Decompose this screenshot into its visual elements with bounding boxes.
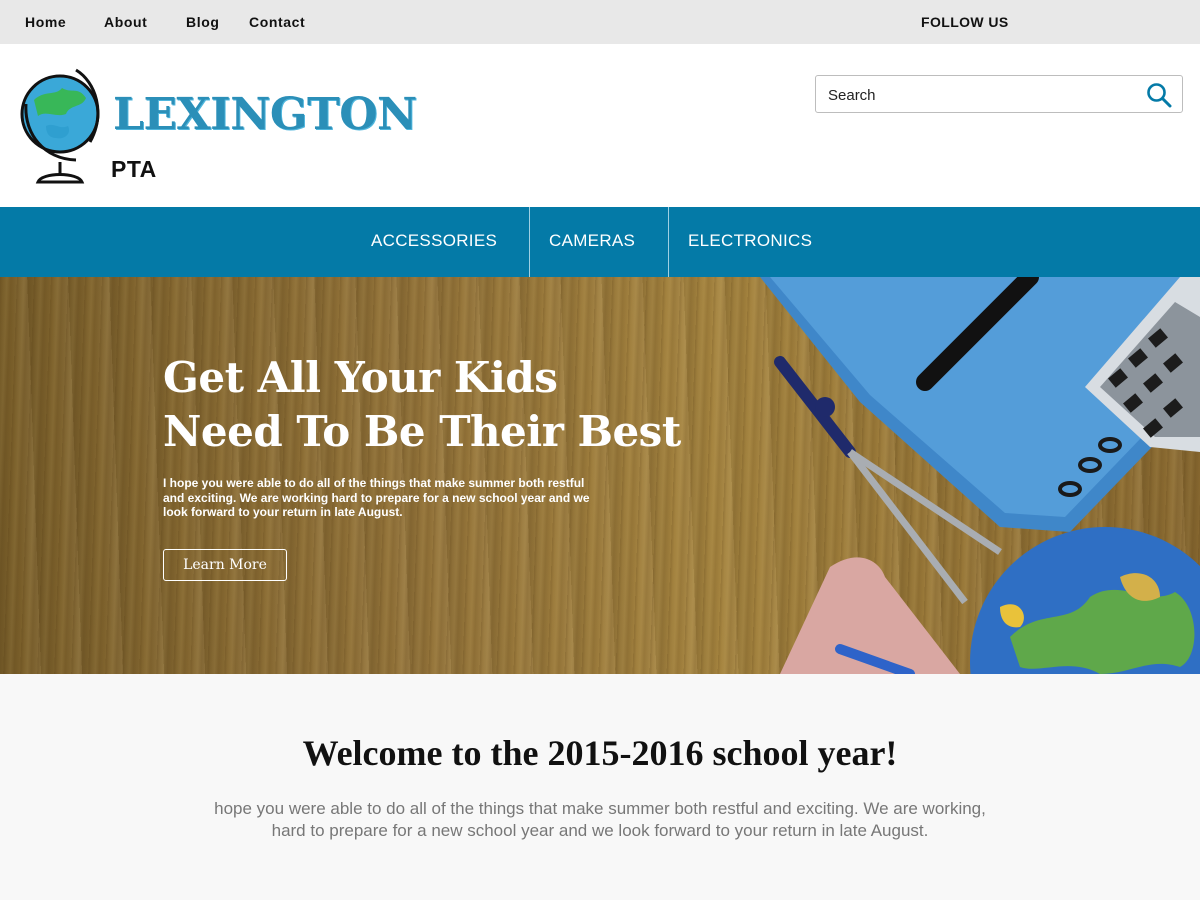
nav-item-cameras[interactable]: CAMERAS	[549, 207, 635, 277]
search-button[interactable]	[1146, 82, 1172, 108]
follow-us-label: FOLLOW US	[921, 14, 1009, 30]
hero-title-line2: Need To Be Their Best	[163, 407, 681, 456]
topbar-link-contact[interactable]: Contact	[249, 14, 305, 30]
main-nav: ACCESSORIES CAMERAS ELECTRONICS	[0, 207, 1200, 277]
top-bar: Home About Blog Contact FOLLOW US	[0, 0, 1200, 44]
site-header: LEXINGTON PTA	[0, 44, 1200, 207]
search-input[interactable]	[826, 83, 1130, 107]
welcome-text: hope you were able to do all of the thin…	[180, 798, 1020, 842]
search-box	[815, 75, 1183, 113]
learn-more-button[interactable]: Learn More	[163, 549, 287, 581]
topbar-link-about[interactable]: About	[104, 14, 147, 30]
nav-divider	[529, 207, 530, 277]
topbar-link-home[interactable]: Home	[25, 14, 66, 30]
globe-logo-icon	[20, 68, 100, 184]
nav-divider	[668, 207, 669, 277]
welcome-heading: Welcome to the 2015-2016 school year!	[302, 733, 898, 773]
logo-wordmark: LEXINGTON	[113, 89, 417, 140]
hero-description: I hope you were able to do all of the th…	[163, 476, 590, 519]
nav-item-electronics[interactable]: ELECTRONICS	[688, 207, 812, 277]
welcome-text-line1: hope you were able to do all of the thin…	[214, 799, 986, 818]
topbar-link-blog[interactable]: Blog	[186, 14, 220, 30]
hero-banner: Get All Your Kids Need To Be Their Best …	[0, 277, 1200, 674]
site-logo[interactable]: LEXINGTON PTA	[16, 64, 417, 186]
hero-title-line1: Get All Your Kids	[163, 353, 558, 402]
logo-subtitle: PTA	[111, 156, 157, 182]
search-icon	[1147, 83, 1172, 108]
hero-title: Get All Your Kids Need To Be Their Best	[163, 351, 723, 459]
welcome-text-line2: hard to prepare for a new school year an…	[271, 821, 929, 840]
welcome-section: Welcome to the 2015-2016 school year! ho…	[0, 674, 1200, 900]
nav-item-accessories[interactable]: ACCESSORIES	[371, 207, 497, 277]
